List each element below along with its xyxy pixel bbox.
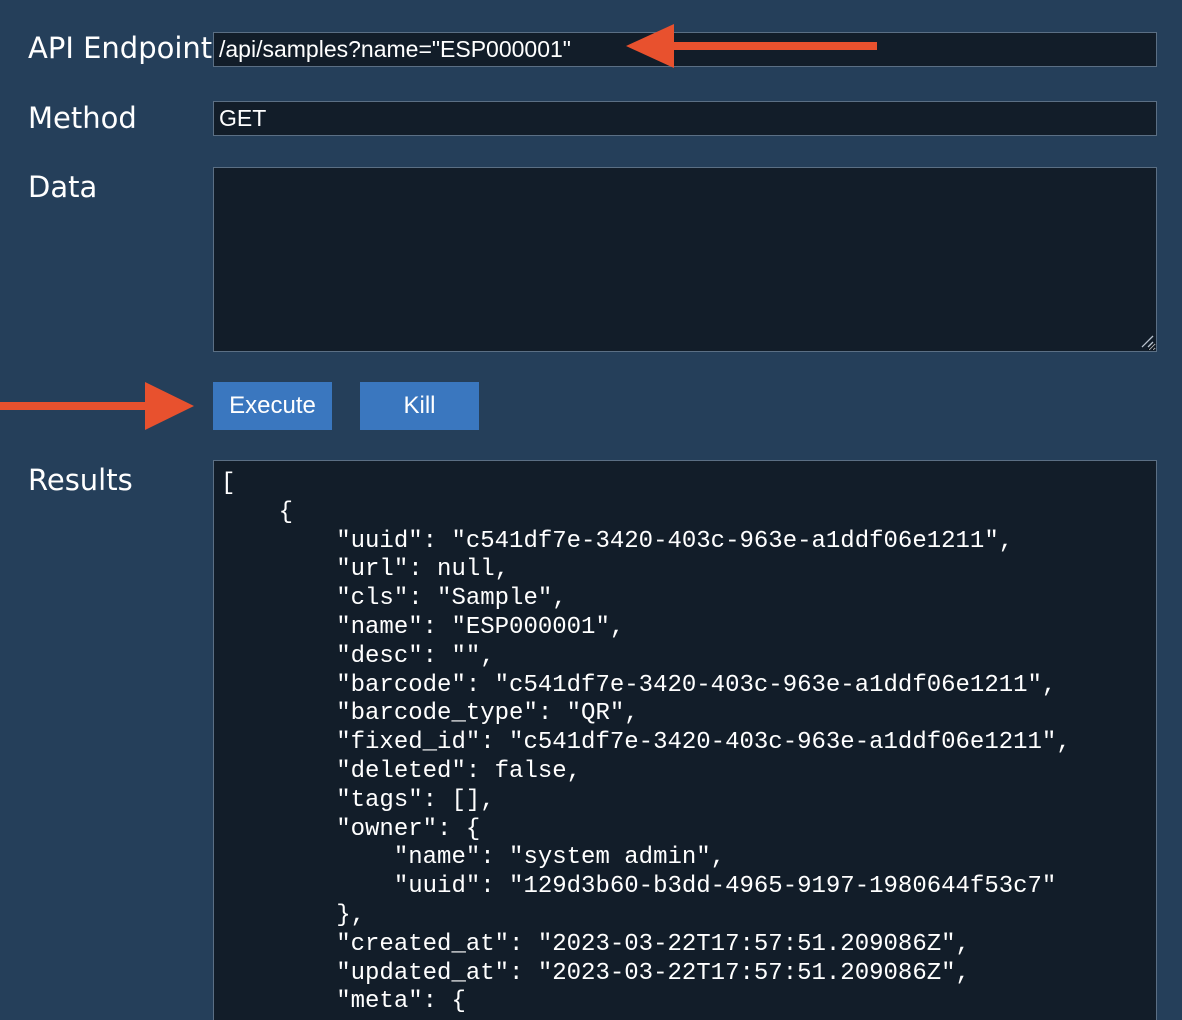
data-textarea[interactable] <box>213 167 1157 352</box>
method-label: Method <box>28 101 137 135</box>
right-arrow-icon <box>0 382 194 430</box>
resize-grip-icon[interactable] <box>1140 334 1154 348</box>
results-json: [ { "uuid": "c541df7e-3420-403c-963e-a1d… <box>221 470 1071 1016</box>
method-input[interactable] <box>213 101 1157 136</box>
endpoint-input[interactable] <box>213 32 1157 67</box>
api-console-page: API Endpoint Method Data Execute Kill Re… <box>0 0 1182 1020</box>
results-panel[interactable]: [ { "uuid": "c541df7e-3420-403c-963e-a1d… <box>213 460 1157 1020</box>
endpoint-label: API Endpoint <box>28 31 213 65</box>
kill-button[interactable]: Kill <box>360 382 479 430</box>
results-label: Results <box>28 463 133 497</box>
data-label: Data <box>28 170 98 204</box>
execute-button[interactable]: Execute <box>213 382 332 430</box>
